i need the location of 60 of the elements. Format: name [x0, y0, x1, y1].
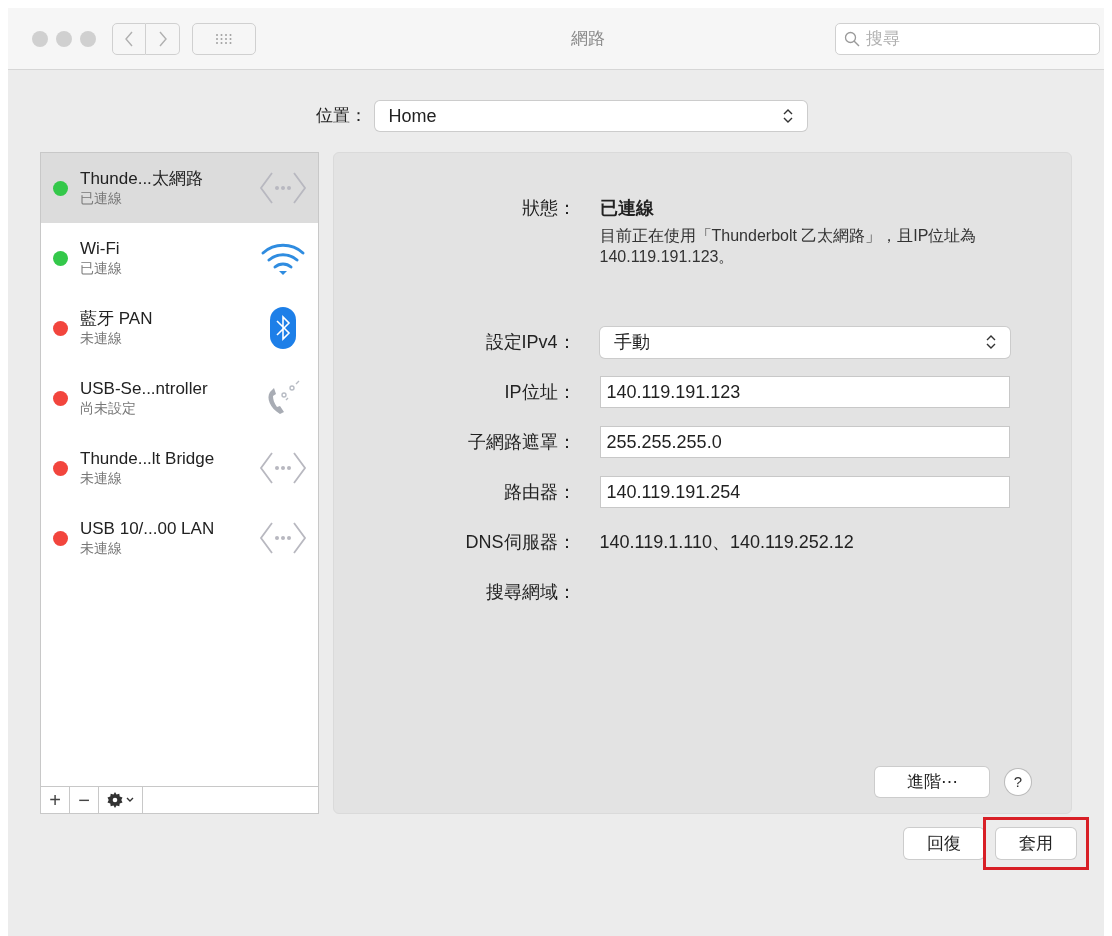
service-item[interactable]: USB-Se...ntroller 尚未設定	[41, 363, 318, 433]
revert-button[interactable]: 回復	[904, 828, 984, 859]
service-status: 未連線	[80, 329, 123, 347]
field-value: 140.119.1.110、140.119.252.12	[599, 530, 854, 554]
search-field[interactable]: 搜尋	[835, 22, 1100, 55]
zoom-button[interactable]	[80, 30, 96, 47]
service-status: 未連線	[80, 469, 123, 487]
service-status: 尚未設定	[80, 399, 137, 417]
network-icon	[257, 520, 308, 556]
add-button[interactable]: +	[41, 787, 70, 813]
location-label: 位置：	[315, 105, 367, 128]
service-item[interactable]: Thunde...太網路 已連線	[41, 153, 318, 223]
minimize-button[interactable]	[56, 30, 72, 47]
service-status: 未連線	[80, 539, 123, 557]
service-name: USB 10/...00 LAN	[80, 519, 216, 539]
bluetooth-icon	[269, 307, 296, 349]
apply-button[interactable]: 套用	[996, 828, 1076, 859]
up-down-chevron-icon	[782, 108, 793, 124]
advanced-button[interactable]: 進階⋯	[875, 767, 989, 797]
field-label: 搜尋網域：	[484, 581, 576, 604]
remove-button[interactable]: −	[70, 787, 99, 813]
service-item[interactable]: USB 10/...00 LAN 未連線	[41, 503, 318, 573]
input-field[interactable]: 255.255.255.0	[599, 426, 1010, 458]
chevron-left-icon	[124, 30, 134, 47]
up-down-chevron-icon	[985, 334, 996, 350]
service-status: 已連線	[80, 189, 123, 207]
search-icon	[844, 30, 860, 47]
show-all-button[interactable]	[192, 22, 256, 55]
back-button[interactable]	[112, 22, 146, 55]
network-icon	[257, 170, 308, 206]
service-name: Thunde...太網路	[80, 169, 204, 189]
service-name: USB-Se...ntroller	[80, 379, 209, 399]
grid-icon	[215, 32, 233, 45]
field-label: IP位址：	[503, 381, 576, 404]
window-title: 網路	[570, 27, 606, 50]
close-button[interactable]	[32, 30, 48, 47]
help-button[interactable]: ?	[1005, 769, 1031, 795]
forward-button[interactable]	[146, 22, 180, 55]
configure-select[interactable]: 手動	[599, 326, 1010, 358]
service-name: 藍牙 PAN	[80, 309, 154, 329]
field-label: 設定IPv4：	[484, 331, 576, 354]
input-field[interactable]: 140.119.191.254	[599, 476, 1010, 508]
service-status: 已連線	[80, 259, 123, 277]
service-item[interactable]: Wi-Fi 已連線	[41, 223, 318, 293]
field-label: DNS伺服器：	[464, 531, 576, 554]
field-label: 子網路遮罩：	[466, 431, 576, 454]
gear-icon	[107, 792, 123, 808]
status-value: 已連線	[599, 197, 655, 220]
network-icon	[257, 450, 308, 486]
field-label: 狀態：	[520, 197, 576, 220]
service-name: Thunde...lt Bridge	[80, 449, 216, 469]
service-item[interactable]: 藍牙 PAN 未連線	[41, 293, 318, 363]
location-select[interactable]: Home	[374, 101, 807, 131]
input-field[interactable]: 140.119.191.123	[599, 376, 1010, 408]
caret-icon	[126, 797, 134, 803]
service-name: Wi-Fi	[80, 239, 121, 259]
chevron-right-icon	[157, 30, 168, 47]
status-description: 目前正在使用「Thunderbolt 乙太網路」，且IP位址為140.119.191.123。	[599, 226, 978, 267]
field-label: 路由器：	[502, 481, 576, 504]
service-item[interactable]: Thunde...lt Bridge 未連線	[41, 433, 318, 503]
